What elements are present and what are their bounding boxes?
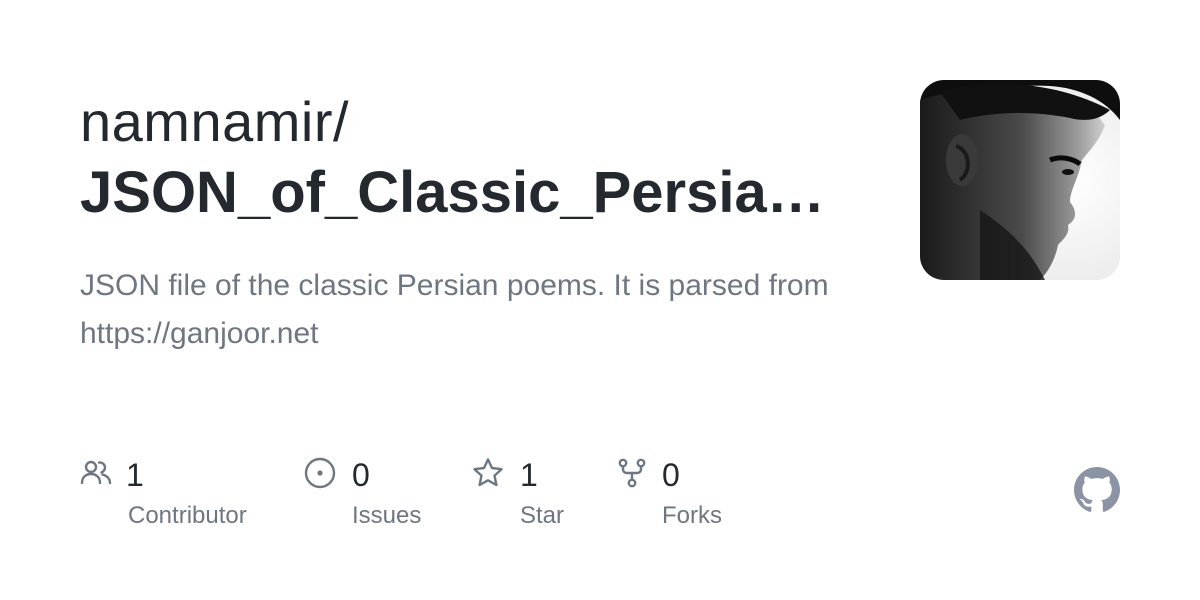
- repo-social-card: namnamir/ JSON_of_Classic_Persian_Poems …: [0, 0, 1200, 600]
- contributors-label: Contributor: [128, 502, 247, 529]
- forks-label: Forks: [662, 502, 722, 529]
- repo-forked-icon: [616, 457, 648, 489]
- star-icon: [472, 457, 504, 489]
- owner-avatar[interactable]: [920, 80, 1120, 280]
- issues-label: Issues: [352, 502, 422, 529]
- github-logo-icon[interactable]: [1074, 467, 1120, 513]
- repo-owner[interactable]: namnamir/: [80, 88, 349, 156]
- issue-opened-icon: [304, 457, 336, 489]
- stars-count: 1: [520, 457, 538, 493]
- repo-name[interactable]: JSON_of_Classic_Persian_Poems: [80, 158, 840, 228]
- repo-description: JSON file of the classic Persian poems. …: [80, 269, 829, 350]
- contributors-count: 1: [126, 457, 144, 493]
- issues-count: 0: [352, 457, 370, 493]
- stars-label: Star: [520, 502, 565, 529]
- forks-count: 0: [662, 457, 680, 493]
- people-icon: [80, 457, 112, 489]
